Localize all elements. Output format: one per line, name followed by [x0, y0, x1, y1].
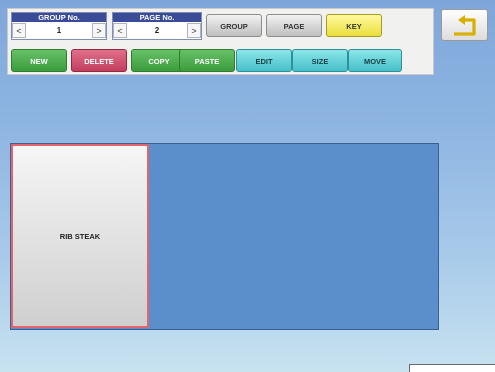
- group-number-value: 1: [56, 26, 62, 35]
- key-tile-rib-steak[interactable]: RIB STEAK: [11, 144, 149, 328]
- toolbar-panel: GROUP No. < 1 > PAGE No. < 2 > GROUP PAG…: [7, 8, 434, 75]
- delete-button[interactable]: DELETE: [71, 49, 127, 72]
- group-next-button[interactable]: >: [92, 23, 106, 38]
- group-number-selector: GROUP No. < 1 >: [11, 12, 107, 40]
- back-button[interactable]: [441, 9, 488, 41]
- new-button[interactable]: NEW: [11, 49, 67, 72]
- key-mode-button[interactable]: KEY: [326, 14, 382, 37]
- page-mode-button[interactable]: PAGE: [266, 14, 322, 37]
- move-button[interactable]: MOVE: [348, 49, 402, 72]
- group-number-title: GROUP No.: [12, 13, 106, 22]
- group-prev-button[interactable]: <: [12, 23, 26, 38]
- back-arrow-icon: [453, 15, 476, 36]
- paste-button[interactable]: PASTE: [179, 49, 235, 72]
- page-number-title: PAGE No.: [113, 13, 201, 22]
- page-number-selector: PAGE No. < 2 >: [112, 12, 202, 40]
- edit-button[interactable]: EDIT: [236, 49, 292, 72]
- page-prev-button[interactable]: <: [113, 23, 127, 38]
- size-button[interactable]: SIZE: [292, 49, 348, 72]
- corner-panel: [409, 364, 495, 372]
- group-mode-button[interactable]: GROUP: [206, 14, 262, 37]
- page-number-value: 2: [154, 26, 160, 35]
- key-tile-label: RIB STEAK: [59, 231, 101, 241]
- page-next-button[interactable]: >: [187, 23, 201, 38]
